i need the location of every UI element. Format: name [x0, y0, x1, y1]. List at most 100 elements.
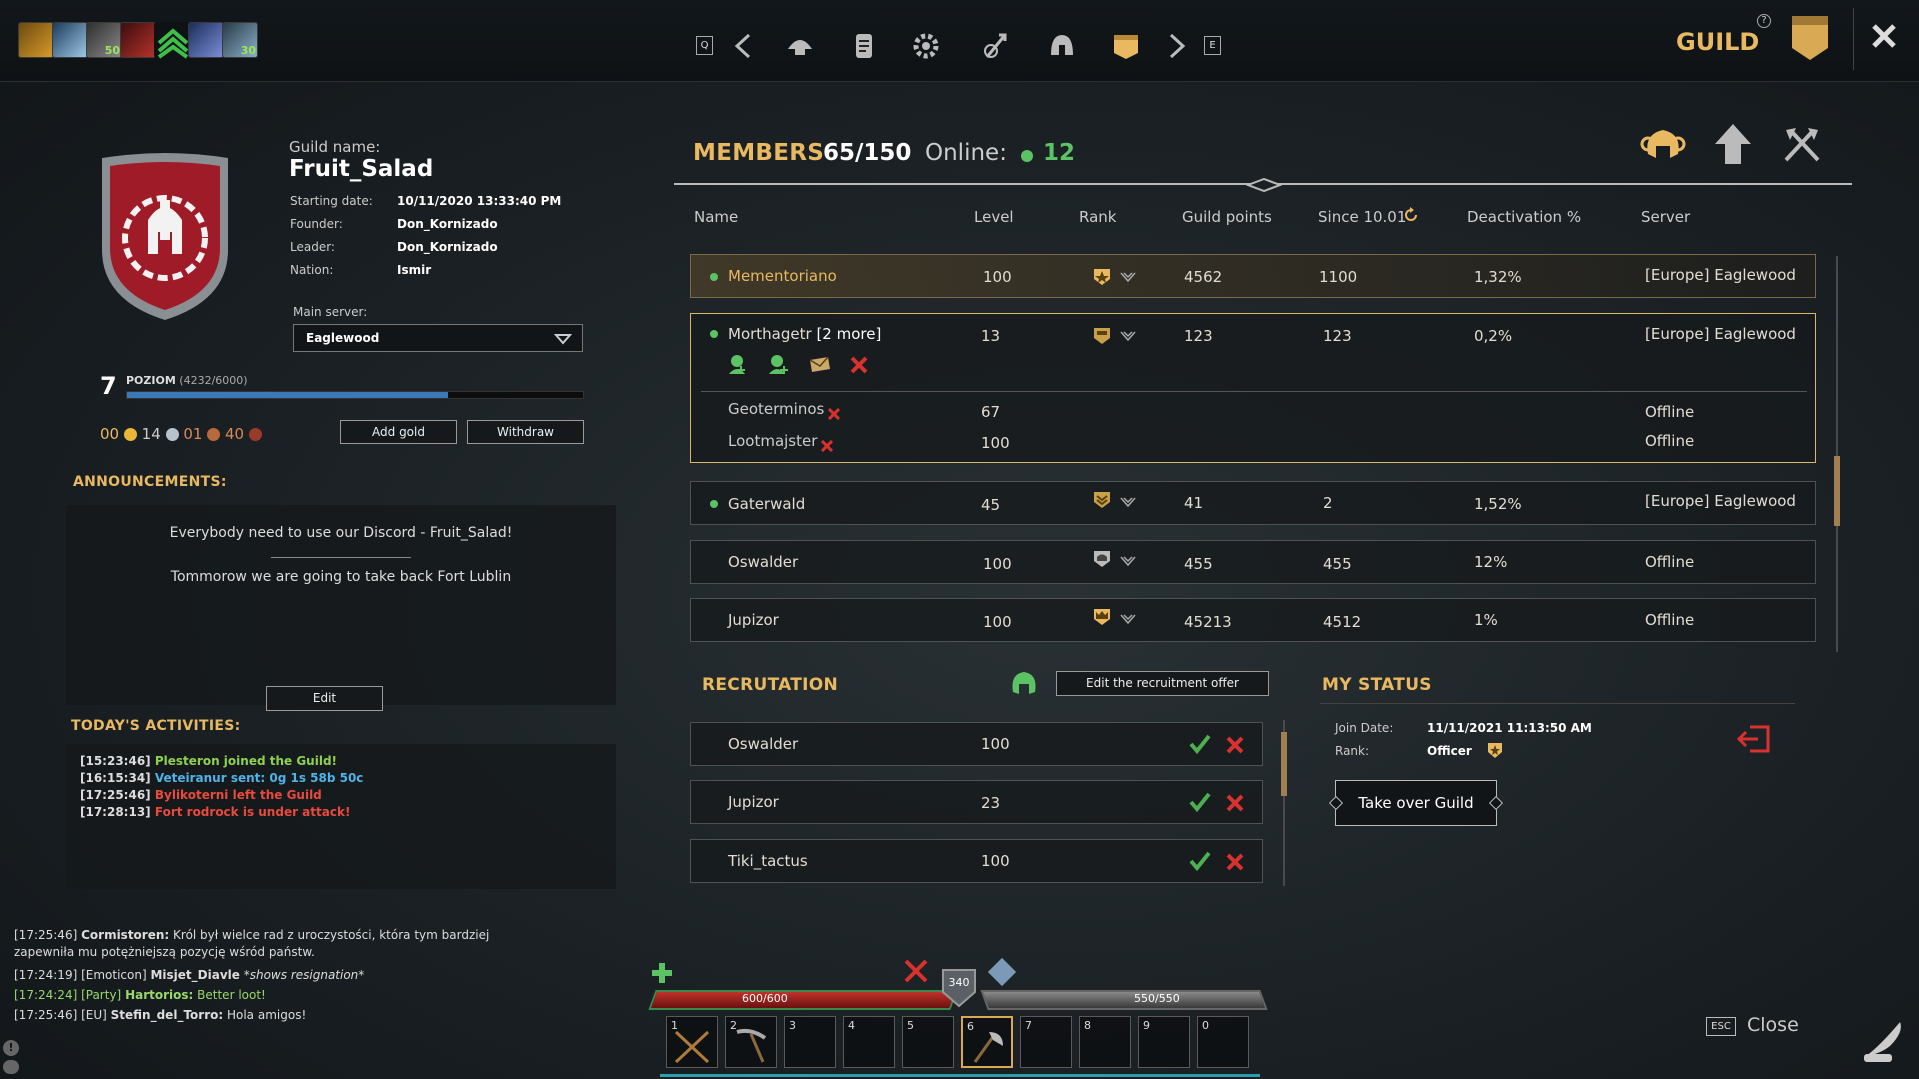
hotbar-slot[interactable]: 4: [843, 1016, 895, 1068]
chevron-down-icon[interactable]: [1119, 553, 1137, 567]
chat-sender[interactable]: Cormistoren:: [81, 928, 169, 942]
recruitment-title: RECRUTATION: [702, 675, 839, 695]
chevron-down-icon[interactable]: [1119, 494, 1137, 508]
founder: Don_Kornizado: [397, 217, 498, 231]
hotbar-slot[interactable]: 8: [1079, 1016, 1131, 1068]
accept-check-icon[interactable]: [1189, 851, 1211, 872]
withdraw-button[interactable]: Withdraw: [467, 420, 584, 444]
chevrons-up-icon[interactable]: [154, 22, 190, 59]
recruit-row[interactable]: Oswalder 100: [690, 722, 1263, 766]
close-icon[interactable]: [1870, 22, 1898, 50]
guild-name-label: Guild name:: [289, 138, 381, 156]
member-points: 41: [1184, 494, 1204, 512]
leave-guild-icon[interactable]: [1736, 723, 1772, 755]
add-friend-icon[interactable]: [767, 354, 789, 376]
col-since[interactable]: Since 10.01: [1318, 208, 1406, 226]
hotbar-slot[interactable]: 7: [1020, 1016, 1072, 1068]
table-row[interactable]: Oswalder 100 455 455 12% Offline: [690, 540, 1816, 584]
take-over-guild-button[interactable]: Take over Guild: [1328, 780, 1504, 826]
arrow-left-icon[interactable]: [726, 28, 762, 64]
gold-amount: 00: [100, 425, 120, 443]
col-deactivation[interactable]: Deactivation %: [1467, 208, 1581, 226]
col-level[interactable]: Level: [974, 208, 1014, 226]
autumn-leaf-icon[interactable]: [18, 22, 54, 58]
spartan-helmet-icon[interactable]: [1044, 28, 1080, 64]
scrollbar-thumb[interactable]: [1281, 732, 1287, 796]
chat-bubble-icon[interactable]: [3, 1060, 19, 1074]
crossbow-icon: [670, 1028, 714, 1064]
refresh-icon[interactable]: [1403, 207, 1419, 223]
reject-x-icon[interactable]: [1226, 736, 1244, 754]
sword-shield-icon[interactable]: [978, 28, 1014, 64]
accept-check-icon[interactable]: [1189, 734, 1211, 755]
chat-sender[interactable]: Misjet_Diavle: [150, 968, 239, 982]
member-deactivation: 1,32%: [1474, 268, 1522, 286]
chat-sender[interactable]: Stefin_del_Torro:: [111, 1008, 224, 1022]
slot-number: 4: [848, 1019, 855, 1032]
feather-icon[interactable]: 30: [222, 22, 258, 58]
col-server[interactable]: Server: [1641, 208, 1690, 226]
chevron-down-icon[interactable]: [1119, 328, 1137, 342]
recruit-row[interactable]: Tiki_tactus 100: [690, 839, 1263, 883]
reject-x-icon[interactable]: [1226, 853, 1244, 871]
member-since: 4512: [1323, 613, 1362, 631]
add-gold-button[interactable]: Add gold: [340, 420, 457, 444]
helmet-icon[interactable]: [782, 28, 818, 64]
message-icon[interactable]: [808, 356, 832, 374]
edit-announcements-button[interactable]: Edit: [266, 686, 383, 711]
heal-plus-icon[interactable]: [651, 962, 673, 984]
hotbar-slot[interactable]: 5: [902, 1016, 954, 1068]
table-row[interactable]: Jupizor 100 45213 4512 1% Offline: [690, 598, 1816, 642]
settings-gear-icon[interactable]: [908, 28, 944, 64]
quill-scroll-icon[interactable]: [1860, 1016, 1910, 1066]
level-progress-bar: [126, 391, 584, 399]
edit-recruitment-offer-button[interactable]: Edit the recruitment offer: [1056, 671, 1269, 696]
recruit-row[interactable]: Jupizor 23: [690, 780, 1263, 824]
promote-member-icon[interactable]: [727, 354, 747, 376]
reject-x-icon[interactable]: [1226, 794, 1244, 812]
table-row[interactable]: Mementoriano 100 4562 1100 1,32% [Europe…: [690, 254, 1816, 298]
mana-diamond-icon: [987, 957, 1017, 987]
col-guild-points[interactable]: Guild points: [1182, 208, 1272, 226]
hotbar-slot[interactable]: 3: [784, 1016, 836, 1068]
members-title: MEMBERS: [693, 140, 825, 166]
recruit-level: 100: [981, 735, 1010, 753]
rank-label: Rank:: [1335, 744, 1370, 758]
member-server: [Europe] Eaglewood: [1645, 492, 1796, 510]
member-points: 4562: [1184, 268, 1223, 286]
chat-sender[interactable]: Hartorios:: [125, 988, 193, 1002]
hotbar-slot[interactable]: 9: [1138, 1016, 1190, 1068]
main-server-select[interactable]: Eaglewood: [293, 324, 583, 352]
scroll-icon[interactable]: [846, 28, 882, 64]
chat-line-continuation: zapewniła mu potężniejszą pozycję wśród …: [14, 945, 315, 959]
accept-check-icon[interactable]: [1189, 792, 1211, 813]
hotbar-slot[interactable]: 0: [1197, 1016, 1249, 1068]
chevron-down-icon[interactable]: [1119, 611, 1137, 625]
table-row-expanded[interactable]: Morthagetr [2 more] 13 123 123 0,2% [Eur…: [690, 313, 1816, 463]
chevron-down-icon[interactable]: [1119, 269, 1137, 283]
close-button[interactable]: Close: [1747, 1014, 1799, 1036]
recruit-helmet-icon[interactable]: [1007, 668, 1041, 698]
remove-alt-icon[interactable]: [827, 405, 841, 421]
scrollbar-thumb[interactable]: [1834, 456, 1840, 526]
wolf-icon[interactable]: 50: [86, 22, 122, 58]
recruit-scrollbar[interactable]: [1281, 720, 1287, 886]
eagle-icon[interactable]: [188, 22, 224, 58]
promote-arrow-icon[interactable]: [1713, 122, 1753, 166]
members-scrollbar[interactable]: [1834, 256, 1840, 652]
col-name[interactable]: Name: [694, 208, 738, 226]
ram-helmet-icon[interactable]: [1640, 124, 1686, 164]
arrow-right-icon[interactable]: [1158, 28, 1194, 64]
spirit-icon[interactable]: [52, 22, 88, 58]
chat-alert-icon[interactable]: !: [3, 1040, 19, 1056]
col-rank[interactable]: Rank: [1079, 208, 1116, 226]
remove-alt-icon[interactable]: [820, 437, 834, 453]
serpent-icon[interactable]: [120, 22, 156, 58]
guild-banner-icon[interactable]: [1108, 28, 1144, 64]
kick-member-icon[interactable]: [850, 356, 868, 374]
help-icon[interactable]: ?: [1757, 14, 1771, 28]
table-row[interactable]: Gaterwald 45 41 2 1,52% [Europe] Eaglewo…: [690, 481, 1816, 525]
more-characters-link[interactable]: [2 more]: [816, 325, 881, 343]
info-label: Starting date:: [290, 194, 373, 208]
crossed-axes-icon[interactable]: [1782, 124, 1822, 164]
